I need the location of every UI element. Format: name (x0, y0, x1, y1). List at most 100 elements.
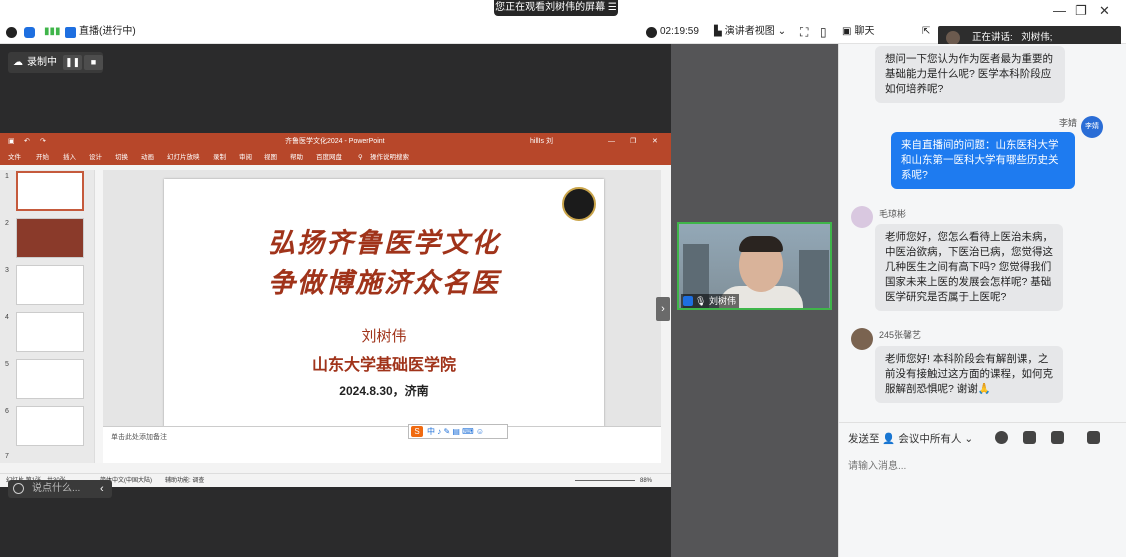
megaphone-icon[interactable] (1051, 431, 1064, 444)
chat-sender: 李婧 (1059, 118, 1078, 128)
ppt-tab[interactable]: 插入 (63, 150, 76, 165)
slide-thumbnail[interactable] (16, 265, 84, 305)
folder-icon[interactable] (1023, 431, 1036, 444)
ppt-tab[interactable]: 文件 (8, 150, 21, 165)
quick-comment-box[interactable]: 说点什么... ‹ (8, 480, 112, 498)
ppt-tab[interactable]: 录制 (213, 150, 226, 165)
avatar[interactable] (851, 328, 873, 350)
slide-thumbnail[interactable] (16, 406, 84, 446)
ppt-search[interactable]: 操作说明搜索 (370, 150, 409, 165)
ppt-tab[interactable]: 切换 (115, 150, 128, 165)
ppt-minimize-icon[interactable]: — (608, 133, 615, 150)
live-icon (65, 26, 76, 38)
ppt-tab[interactable]: 帮助 (290, 150, 303, 165)
slide-thumbnail[interactable] (16, 312, 84, 352)
close-icon[interactable]: ✕ (1099, 3, 1110, 19)
chevron-down-icon: ⌄ (777, 26, 787, 37)
mic-icon: 🎙 (695, 296, 707, 306)
chevron-down-icon: ⌄ (964, 433, 974, 445)
layout-icon: ▙ (714, 26, 722, 37)
sidebar-toggle-icon[interactable]: ▯ (820, 24, 827, 40)
chat-panel: 想问一下您认为作为医者最为重要的基础能力是什么呢? 医学本科阶段应如何培养呢? … (838, 44, 1126, 557)
chevron-right-icon[interactable]: › (656, 297, 670, 321)
message-input[interactable] (848, 456, 1118, 476)
zoom-level[interactable]: 88% (640, 474, 652, 488)
slide-thumbnail[interactable] (16, 218, 84, 258)
status-accessibility[interactable]: 辅助功能: 调查 (165, 474, 204, 488)
live-status[interactable]: 直播(进行中) (65, 24, 136, 40)
slide-thumbnail[interactable] (16, 171, 84, 211)
meeting-timer: 02:19:59 (646, 24, 699, 40)
current-slide[interactable]: 弘扬齐鲁医学文化 争做博施济众名医 刘树伟 山东大学基础医学院 2024.8.3… (164, 179, 604, 427)
pause-recording-button[interactable]: ❚❚ (63, 55, 82, 70)
emoji-icon[interactable] (995, 431, 1008, 444)
maximize-icon[interactable]: ❐ (1075, 3, 1087, 19)
chat-settings-icon[interactable] (1087, 431, 1100, 444)
stop-recording-button[interactable]: ■ (84, 55, 103, 70)
chat-sender: 245张馨艺 (879, 330, 922, 340)
ppt-window-title: 齐鲁医学文化2024 - PowerPoint (285, 138, 385, 145)
fullscreen-icon[interactable]: ⛶ (800, 24, 808, 40)
search-icon: ⚲ (358, 154, 363, 161)
emoji-icon[interactable] (13, 483, 24, 494)
avatar[interactable]: 李婧 (1081, 116, 1103, 138)
avatar[interactable] (851, 206, 873, 228)
slide-title-line2: 争做博施济众名医 (268, 268, 500, 299)
speaker-name-tag: 🎙 刘树伟 (681, 294, 739, 308)
ppt-tab[interactable]: 幻灯片放映 (167, 150, 200, 165)
ppt-tab[interactable]: 视图 (264, 150, 277, 165)
ppt-titlebar: ▣ ↶ ↷ 齐鲁医学文化2024 - PowerPoint hillIs 刘 —… (0, 133, 671, 150)
slide-author: 刘树伟 (361, 327, 407, 345)
share-banner-text: 您正在观看刘树伟的屏幕 (495, 2, 606, 13)
send-to-selector[interactable]: 发送至 👤 会议中所有人 ⌄ (848, 431, 973, 446)
clock-icon (646, 26, 657, 38)
ppt-ribbon-tabs: 文件 开始 插入 设计 切换 动画 幻灯片放映 录制 审阅 视图 帮助 百度网盘… (0, 150, 671, 165)
chat-icon: ▣ (842, 26, 852, 37)
redo-icon[interactable]: ↷ (40, 133, 46, 150)
save-icon[interactable]: ▣ (8, 133, 15, 150)
chat-message: 来自直播间的问题：山东医科大学和山东第一医科大学有哪些历史关系呢? (891, 132, 1075, 189)
ppt-tab[interactable]: 百度网盘 (316, 150, 342, 165)
powerpoint-window: ▣ ↶ ↷ 齐鲁医学文化2024 - PowerPoint hillIs 刘 —… (0, 133, 671, 487)
ppt-tab[interactable]: 动画 (141, 150, 154, 165)
slide-date: 2024.8.30，济南 (339, 384, 429, 398)
chat-sender: 毛琼彬 (879, 209, 907, 219)
ppt-maximize-icon[interactable]: ❐ (630, 133, 636, 150)
chat-tab[interactable]: ▣ 聊天 (842, 24, 874, 40)
chat-message: 老师您好! 本科阶段会有解剖课，之前没有接触过这方面的课程，如何克服解剖恐惧呢?… (875, 346, 1063, 403)
ppt-tab[interactable]: 审阅 (239, 150, 252, 165)
people-icon: 👤 (882, 433, 896, 445)
popout-icon[interactable]: ⇱ (922, 24, 930, 40)
slide-organization: 山东大学基础医学院 (311, 355, 456, 374)
ime-toolbar[interactable]: S 中 ♪ ✎ ▤ ⌨ ☺ (408, 424, 508, 439)
shared-screen: ☁ 录制中 ❚❚ ■ ▣ ↶ ↷ 齐鲁医学文化2024 - PowerPoint… (0, 44, 671, 557)
sogou-icon: S (411, 426, 423, 437)
signal-icon[interactable]: ▮▮▮ (44, 24, 61, 40)
recording-indicator: ☁ 录制中 ❚❚ ■ (8, 52, 103, 73)
ppt-tab[interactable]: 设计 (89, 150, 102, 165)
minimize-icon[interactable]: — (1053, 3, 1066, 18)
user-icon (683, 296, 693, 306)
speaker-video[interactable]: 🎙 刘树伟 (677, 222, 832, 310)
chat-message: 老师您好，您怎么看待上医治未病，中医治欲病，下医治已病，您觉得这几种医生之间有高… (875, 224, 1063, 311)
ppt-close-icon[interactable]: ✕ (652, 133, 658, 150)
record-cloud-icon: ☁ (13, 57, 23, 68)
info-icon[interactable] (6, 24, 17, 40)
collapse-icon[interactable]: ‹ (100, 480, 104, 498)
thumbnail-scrollbar[interactable] (94, 170, 103, 463)
notes-pane[interactable]: 单击此处添加备注 (103, 426, 661, 463)
slide-title-line1: 弘扬齐鲁医学文化 (268, 228, 500, 259)
university-logo (562, 187, 596, 221)
slide-thumbnails: 1 2 3 4 5 6 7 (0, 170, 94, 463)
ppt-tab[interactable]: 开始 (36, 150, 49, 165)
speaker-avatar (946, 31, 960, 45)
slide-thumbnail[interactable] (16, 359, 84, 399)
ppt-user: hillIs 刘 (530, 138, 553, 145)
slide-editor: 弘扬齐鲁医学文化 争做博施济众名医 刘树伟 山东大学基础医学院 2024.8.3… (103, 170, 661, 427)
view-mode-dropdown[interactable]: ▙ 演讲者视图 ⌄ (714, 24, 786, 40)
chat-message: 想问一下您认为作为医者最为重要的基础能力是什么呢? 医学本科阶段应如何培养呢? (875, 46, 1065, 103)
undo-icon[interactable]: ↶ (24, 133, 30, 150)
screen-share-banner[interactable]: 您正在观看刘树伟的屏幕 ☰ (494, 0, 618, 16)
shield-icon[interactable] (24, 24, 35, 40)
zoom-slider[interactable] (575, 480, 635, 481)
